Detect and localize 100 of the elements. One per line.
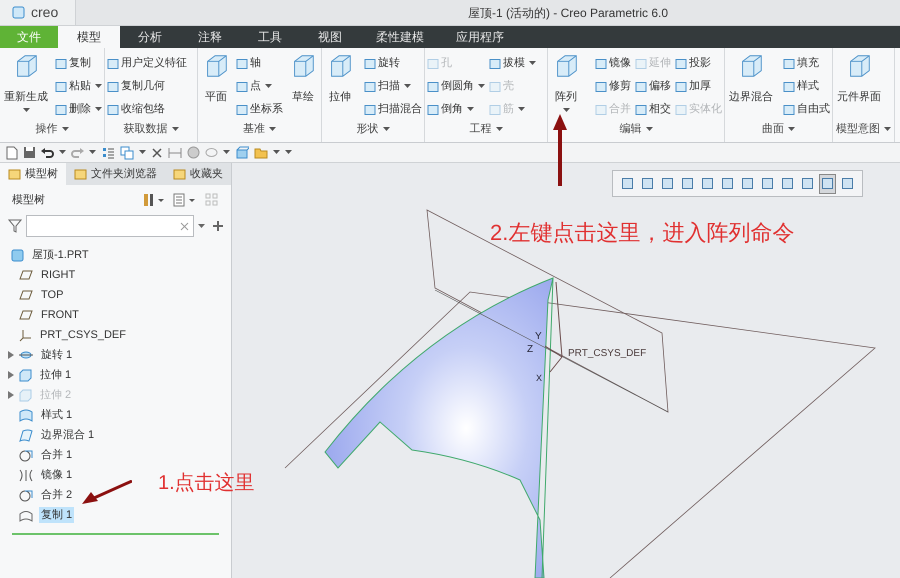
regenerate-icon[interactable]: [101, 146, 115, 160]
axis-label: Y: [535, 331, 542, 342]
ribbon-button[interactable]: 复制: [55, 52, 102, 75]
folder-icon[interactable]: [254, 146, 268, 158]
ribbon-button[interactable]: 自由式: [783, 98, 830, 121]
ribbon-button[interactable]: 修剪: [595, 75, 631, 98]
ribbon-button[interactable]: 坐标系: [236, 98, 283, 121]
ellipse-icon[interactable]: [205, 146, 218, 159]
ribbon-button[interactable]: 填充: [783, 52, 830, 75]
ribbon-button[interactable]: 重新生成: [2, 52, 50, 113]
ribbon-button[interactable]: 加厚: [675, 75, 722, 98]
surface-icon: [19, 428, 33, 442]
ribbon-tab[interactable]: 注释: [180, 26, 240, 48]
ribbon-button[interactable]: 边界混合: [727, 52, 775, 104]
windows-icon[interactable]: [120, 146, 134, 160]
ribbon-tab[interactable]: 视图: [300, 26, 360, 48]
filter-field[interactable]: [26, 215, 194, 237]
close-icon[interactable]: [151, 146, 163, 158]
tree-item[interactable]: 样式 1: [0, 405, 74, 425]
ribbon-button[interactable]: 拉伸: [324, 52, 356, 104]
tree-item[interactable]: 合并 1: [0, 445, 74, 465]
page-icon[interactable]: [6, 146, 18, 160]
ribbon-button[interactable]: 粘贴: [55, 75, 102, 98]
ribbon-button[interactable]: 删除: [55, 98, 102, 121]
caret-icon[interactable]: [198, 224, 205, 228]
ribbon-button[interactable]: 样式: [783, 75, 830, 98]
ribbon-button[interactable]: 偏移: [635, 75, 671, 98]
caret-icon[interactable]: [223, 150, 230, 155]
tree-item[interactable]: 复制 1: [0, 505, 74, 525]
expand-icon: [8, 351, 14, 359]
group-menu[interactable]: 操作: [2, 121, 102, 138]
ribbon-tab[interactable]: 工具: [240, 26, 300, 48]
save-icon[interactable]: [23, 146, 36, 159]
caret-icon: [382, 127, 390, 132]
ribbon-button[interactable]: 平面: [200, 52, 232, 104]
ribbon-tab[interactable]: 应用程序: [440, 26, 520, 48]
tree-item[interactable]: FRONT: [0, 305, 81, 325]
group-menu[interactable]: 编辑: [550, 121, 722, 138]
square-icon: [595, 104, 607, 116]
tree-item[interactable]: 合并 2: [0, 485, 74, 505]
redo-icon[interactable]: [71, 146, 84, 158]
filter-icon[interactable]: [8, 219, 22, 233]
ribbon-button[interactable]: 旋转: [364, 52, 422, 75]
caret-icon: [529, 61, 536, 66]
plane-icon: [19, 290, 33, 300]
ribbon-tab[interactable]: 柔性建模: [360, 26, 440, 48]
group-menu[interactable]: 工程: [427, 121, 545, 138]
square-icon: [364, 80, 376, 92]
tree-item[interactable]: RIGHT: [0, 265, 78, 285]
ribbon-button[interactable]: 用户定义特征: [107, 52, 187, 75]
group-menu[interactable]: 获取数据: [107, 121, 195, 138]
caret-icon[interactable]: [89, 150, 96, 155]
list-icon[interactable]: [173, 193, 197, 207]
panel-tab[interactable]: 模型树: [0, 163, 66, 185]
tree-item[interactable]: 拉伸 1: [0, 365, 74, 385]
ribbon-button[interactable]: 倒角: [427, 98, 485, 121]
caret-icon: [269, 127, 276, 132]
view-tool-button[interactable]: [819, 174, 836, 194]
group-menu[interactable]: 模型意图: [835, 120, 892, 138]
group-menu[interactable]: 曲面: [727, 121, 830, 138]
square-icon: [55, 80, 67, 92]
ribbon-button[interactable]: 复制几何: [107, 75, 187, 98]
tools-icon[interactable]: [143, 193, 165, 207]
ribbon-button[interactable]: 扫描: [364, 75, 422, 98]
folder-icon: [74, 168, 87, 180]
clear-icon[interactable]: [180, 222, 189, 230]
tree-item[interactable]: 旋转 1: [0, 345, 74, 365]
square-icon: [364, 104, 376, 116]
ribbon-button[interactable]: 扫描混合: [364, 98, 422, 121]
tree-item[interactable]: 边界混合 1: [0, 425, 96, 445]
ribbon-button[interactable]: 轴: [236, 52, 283, 75]
square-icon: [55, 58, 67, 70]
folder-icon: [173, 168, 186, 180]
box-icon[interactable]: [235, 146, 249, 159]
plus-icon[interactable]: [213, 221, 223, 231]
dimension-icon[interactable]: [168, 146, 182, 158]
caret-icon[interactable]: [59, 150, 66, 155]
tree-item[interactable]: 屋顶-1.PRT: [0, 245, 91, 265]
ribbon-button[interactable]: 镜像: [595, 52, 631, 75]
tree-item[interactable]: 镜像 1: [0, 465, 74, 485]
ribbon-tab[interactable]: 模型: [58, 26, 120, 48]
ribbon-button[interactable]: 阵列: [550, 52, 582, 113]
revolve-icon: [19, 349, 33, 361]
group-menu[interactable]: 形状: [324, 121, 422, 138]
ribbon-button[interactable]: 相交: [635, 98, 671, 121]
group-menu[interactable]: 基准: [200, 121, 319, 138]
ribbon-button[interactable]: 点: [236, 75, 283, 98]
tree-item[interactable]: TOP: [0, 285, 66, 305]
ribbon-button[interactable]: 草绘: [287, 52, 319, 104]
caret-icon: [646, 127, 652, 132]
sphere-icon[interactable]: [187, 146, 200, 159]
ribbon-button[interactable]: 倒圆角: [427, 75, 485, 98]
tree-item[interactable]: PRT_CSYS_DEF: [0, 325, 128, 345]
ribbon-button[interactable]: 收缩包络: [107, 98, 187, 121]
ribbon-button[interactable]: 投影: [675, 52, 722, 75]
ribbon-button[interactable]: 元件界面: [835, 52, 883, 104]
ribbon-tab[interactable]: 分析: [120, 26, 180, 48]
undo-icon[interactable]: [41, 146, 54, 158]
caret-icon[interactable]: [139, 150, 146, 155]
ribbon-button[interactable]: 拔模: [489, 52, 536, 75]
